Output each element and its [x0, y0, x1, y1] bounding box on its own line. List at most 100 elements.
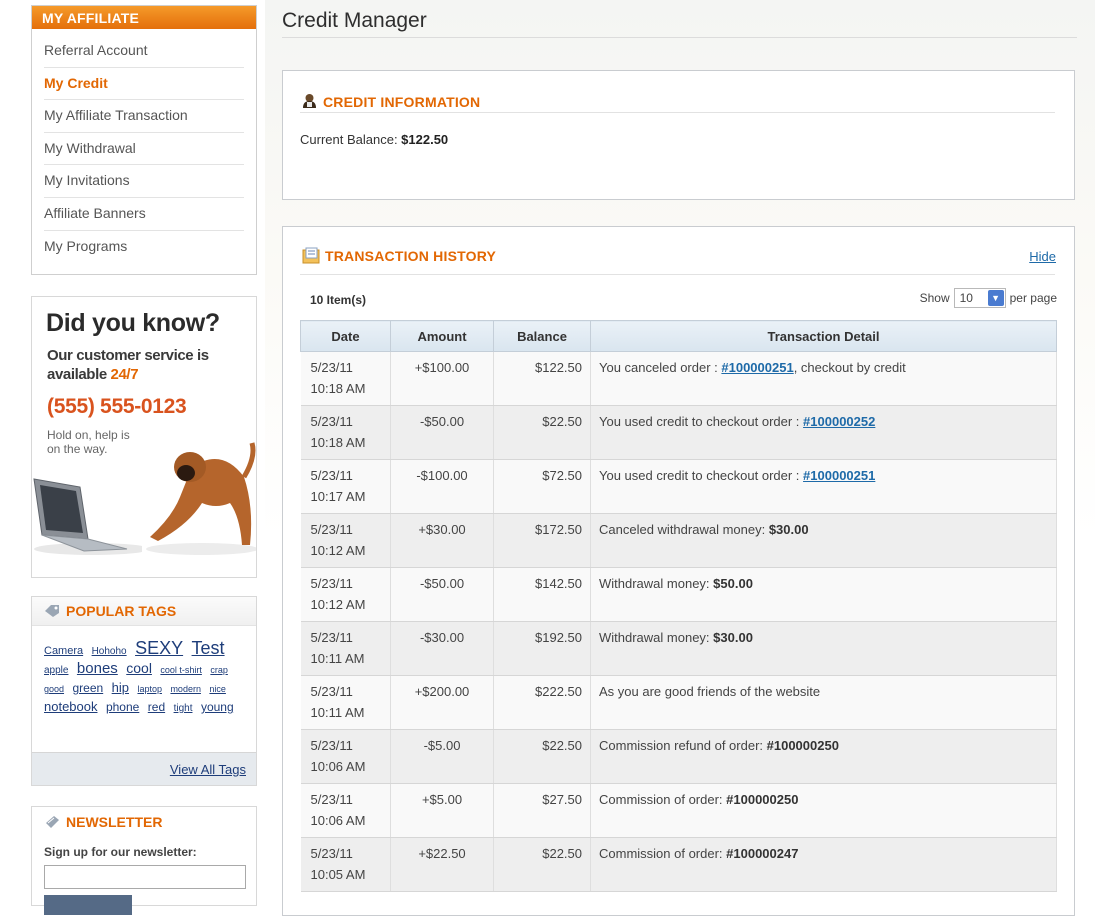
cell-date: 5/23/11 10:12 AM [300, 567, 391, 622]
time-value: 10:11 AM [310, 651, 365, 666]
tag-link[interactable]: tight [174, 703, 193, 714]
sidebar-item[interactable]: My Credit [44, 68, 244, 101]
tag-link[interactable]: nice [209, 684, 226, 694]
cell-balance: $22.50 [493, 729, 591, 784]
per-page-label: per page [1009, 291, 1057, 305]
tag-link[interactable]: good [44, 684, 64, 694]
tag-link[interactable]: crap [210, 665, 228, 675]
per-page-select[interactable]: 10 ▼ [953, 288, 1006, 308]
order-link[interactable]: #100000251 [803, 468, 875, 483]
detail-value: $30.00 [713, 630, 753, 645]
time-value: 10:17 AM [310, 489, 366, 504]
table-row: 5/23/11 10:12 AM +$30.00 $172.50 Canceled wi… [300, 513, 1057, 568]
cell-amount: -$30.00 [390, 621, 494, 676]
order-link[interactable]: #100000251 [721, 360, 793, 375]
show-label: Show [919, 291, 950, 305]
laptop-image [33, 478, 142, 555]
item-count: 10 Item(s) [310, 293, 367, 307]
promo-line-1: Our customer service is [47, 347, 209, 364]
tag-link[interactable]: hip [112, 680, 129, 695]
sidebar-item[interactable]: Affiliate Banners [44, 198, 244, 231]
newsletter-email-input[interactable] [44, 865, 246, 889]
tag-link[interactable]: green [72, 681, 103, 695]
affiliate-menu: MY AFFILIATE Referral Account My Credit My… [31, 5, 257, 275]
sidebar-item[interactable]: My Affiliate Transaction [44, 100, 244, 133]
column-header-amount[interactable]: Amount [390, 320, 494, 352]
cell-detail: You canceled order : #100000251, checkou… [590, 351, 1057, 406]
detail-suffix: , checkout by credit [793, 360, 906, 375]
affiliate-menu-title: MY AFFILIATE [32, 6, 256, 29]
popular-tags-block: POPULAR TAGS Camera Hohoho SEXY Test app… [31, 596, 257, 786]
user-icon [303, 94, 316, 108]
cell-detail: Commission of order: #100000250 [590, 783, 1057, 838]
date-value: 5/23/11 [310, 468, 353, 483]
cell-detail: You used credit to checkout order : #100… [590, 459, 1057, 514]
cell-detail: Canceled withdrawal money: $30.00 [590, 513, 1057, 568]
newsletter-subscribe-button[interactable] [44, 895, 132, 915]
dog-image [146, 442, 256, 555]
detail-text: You canceled order : [599, 360, 722, 375]
column-header-balance[interactable]: Balance [493, 320, 591, 352]
order-link[interactable]: #100000252 [803, 414, 875, 429]
detail-value: #100000247 [726, 846, 799, 861]
cell-date: 5/23/11 10:17 AM [300, 459, 391, 514]
tag-link[interactable]: SEXY [135, 638, 183, 658]
view-all-tags-link[interactable]: View All Tags [170, 762, 246, 777]
tag-link[interactable]: cool t-shirt [160, 665, 202, 675]
sidebar-item[interactable]: My Withdrawal [44, 133, 244, 166]
tag-icon [45, 605, 59, 617]
tag-link[interactable]: Test [192, 638, 225, 658]
title-divider [282, 37, 1077, 38]
detail-text: Commission of order: [599, 792, 727, 807]
date-value: 5/23/11 [310, 522, 353, 537]
customer-service-promo: Did you know? Our customer service is av… [31, 296, 257, 578]
tag-link[interactable]: cool [126, 660, 152, 676]
newsletter-block: NEWSLETTER Sign up for our newsletter: [31, 806, 257, 915]
date-value: 5/23/11 [310, 792, 353, 807]
date-value: 5/23/11 [310, 414, 353, 429]
cell-amount: -$5.00 [390, 729, 494, 784]
cell-date: 5/23/11 10:06 AM [300, 783, 391, 838]
promo-highlight: 24/7 [110, 366, 139, 383]
tag-link[interactable]: apple [44, 665, 68, 676]
tag-link[interactable]: modern [170, 684, 201, 694]
cell-balance: $142.50 [493, 567, 591, 622]
transaction-history-heading: TRANSACTION HISTORY [325, 248, 497, 264]
cell-date: 5/23/11 10:18 AM [300, 351, 391, 406]
date-value: 5/23/11 [310, 738, 353, 753]
detail-text: Canceled withdrawal money: [599, 522, 769, 537]
time-value: 10:05 AM [310, 867, 366, 882]
sidebar-item[interactable]: My Invitations [44, 165, 244, 198]
sidebar-item[interactable]: Referral Account [44, 35, 244, 68]
time-value: 10:11 AM [310, 705, 365, 720]
cell-amount: -$50.00 [390, 405, 494, 460]
tag-link[interactable]: Camera [44, 645, 83, 657]
transaction-rows: 5/23/11 10:18 AM +$100.00 $122.50 You cancel… [300, 351, 1057, 892]
table-row: 5/23/11 10:18 AM +$100.00 $122.50 You cancel… [300, 351, 1057, 406]
tag-link[interactable]: bones [77, 660, 118, 677]
time-value: 10:06 AM [310, 759, 366, 774]
cell-detail: Commission of order: #100000247 [590, 837, 1057, 892]
time-value: 10:18 AM [310, 381, 366, 396]
cell-date: 5/23/11 10:06 AM [300, 729, 391, 784]
tag-link[interactable]: red [148, 700, 165, 714]
cell-amount: -$50.00 [390, 567, 494, 622]
column-header-detail[interactable]: Transaction Detail [590, 320, 1057, 352]
tag-link[interactable]: notebook [44, 699, 98, 714]
tag-link[interactable]: laptop [137, 684, 162, 694]
tag-link[interactable]: phone [106, 700, 139, 714]
time-value: 10:18 AM [310, 435, 366, 450]
hide-link[interactable]: Hide [1029, 249, 1056, 264]
tag-link[interactable]: Hohoho [92, 646, 127, 657]
table-header-row: Date Amount Balance Transaction Detail [300, 320, 1057, 352]
table-row: 5/23/11 10:06 AM -$5.00 $22.50 Commission re… [300, 729, 1057, 784]
table-row: 5/23/11 10:11 AM +$200.00 $222.50 As you are… [300, 675, 1057, 730]
column-header-date[interactable]: Date [300, 320, 391, 352]
per-page-value: 10 [959, 291, 973, 305]
newsletter-label: Sign up for our newsletter: [44, 845, 197, 859]
sidebar-item[interactable]: My Programs [44, 231, 244, 263]
tag-link[interactable]: young [201, 700, 234, 714]
time-value: 10:12 AM [310, 543, 366, 558]
transaction-history-box: TRANSACTION HISTORY Hide 10 Item(s) Show… [282, 226, 1075, 916]
cell-date: 5/23/11 10:18 AM [300, 405, 391, 460]
